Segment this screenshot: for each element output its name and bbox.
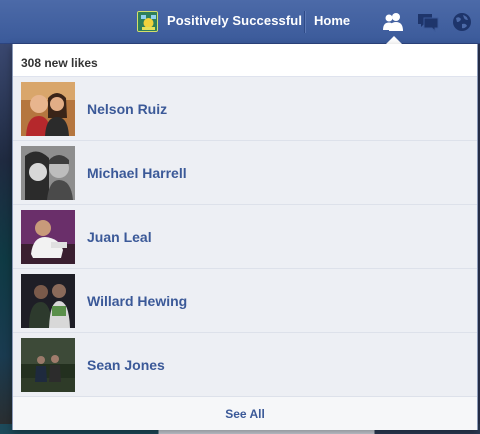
home-link[interactable]: Home (314, 13, 350, 28)
profile-photo[interactable] (21, 82, 75, 136)
page-name-link[interactable]: Positively Successful (167, 13, 302, 28)
flyout-title: 308 new likes (13, 44, 477, 77)
profile-photo[interactable] (21, 146, 75, 200)
profile-photo[interactable] (21, 338, 75, 392)
user-name-link[interactable]: Nelson Ruiz (87, 101, 167, 117)
friend-requests-icon[interactable] (381, 11, 405, 33)
list-item[interactable]: Willard Hewing (13, 269, 477, 333)
active-dropdown-caret (386, 36, 402, 44)
new-likes-flyout: 308 new likes Nelson Ruiz Michael Harrel… (12, 44, 478, 430)
messages-icon[interactable] (416, 11, 440, 33)
likes-list: Nelson Ruiz Michael Harrell Juan Leal Wi… (13, 77, 477, 397)
top-navigation-bar: Positively Successful Home (0, 0, 480, 44)
list-item[interactable]: Juan Leal (13, 205, 477, 269)
nav-divider (304, 11, 305, 33)
user-name-link[interactable]: Michael Harrell (87, 165, 187, 181)
user-name-link[interactable]: Juan Leal (87, 229, 152, 245)
list-item[interactable]: Michael Harrell (13, 141, 477, 205)
list-item[interactable]: Sean Jones (13, 333, 477, 397)
page-avatar[interactable] (137, 11, 158, 32)
profile-photo[interactable] (21, 274, 75, 328)
user-name-link[interactable]: Willard Hewing (87, 293, 187, 309)
user-name-link[interactable]: Sean Jones (87, 357, 165, 373)
profile-photo[interactable] (21, 210, 75, 264)
notifications-globe-icon[interactable] (451, 11, 475, 33)
see-all-link[interactable]: See All (13, 397, 477, 430)
background-page-strip (0, 44, 12, 434)
list-item[interactable]: Nelson Ruiz (13, 77, 477, 141)
